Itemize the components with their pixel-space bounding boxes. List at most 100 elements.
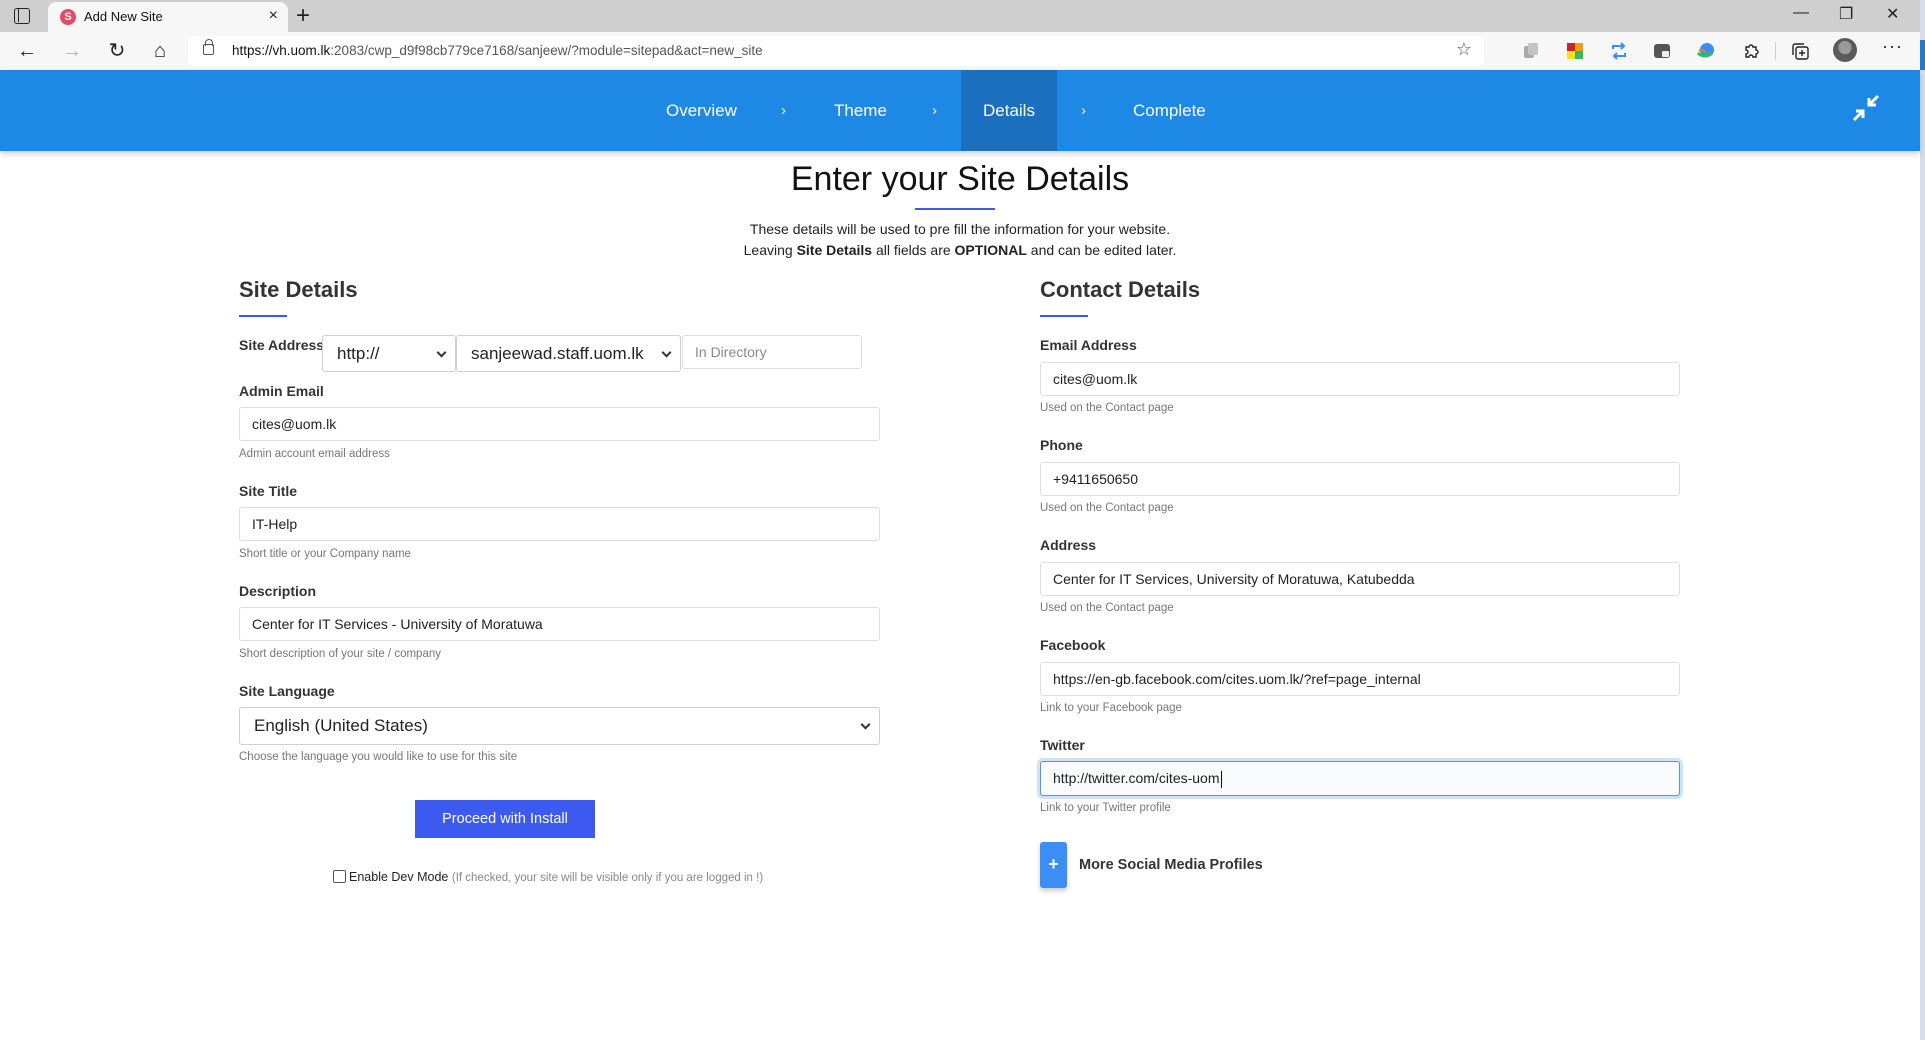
- domain-value: sanjeewad.staff.uom.lk: [471, 344, 644, 363]
- url-host: https://vh.uom.lk: [232, 43, 331, 58]
- subtitle-line-2: Leaving Site Details all fields are OPTI…: [0, 242, 1920, 258]
- step-theme[interactable]: Theme: [812, 70, 909, 151]
- toolbar-divider: [1775, 42, 1776, 60]
- browser-tab-strip: S Add New Site × + — ❐ ✕: [0, 0, 1920, 32]
- dev-mode-label[interactable]: Enable Dev Mode: [349, 870, 448, 884]
- twitter-label: Twitter: [1040, 737, 1085, 753]
- collapse-fullscreen-icon[interactable]: [1852, 94, 1880, 122]
- extension-copy-icon[interactable]: [1521, 41, 1541, 61]
- address-label: Address: [1040, 537, 1097, 553]
- add-favorite-icon[interactable]: ☆: [1456, 39, 1472, 60]
- phone-input[interactable]: +9411650650: [1040, 462, 1680, 496]
- site-details-title: Site Details: [239, 277, 358, 302]
- email-address-input[interactable]: cites@uom.lk: [1040, 362, 1680, 396]
- twitter-help: Link to your Twitter profile: [1040, 802, 1171, 814]
- subtitle-text: Leaving: [743, 242, 797, 258]
- site-address-label: Site Address: [239, 337, 325, 353]
- admin-email-input[interactable]: cites@uom.lk: [239, 407, 880, 441]
- step-separator: ›: [932, 102, 937, 119]
- admin-email-help: Admin account email address: [239, 448, 390, 460]
- add-social-profile-button[interactable]: +: [1040, 842, 1067, 888]
- collections-icon[interactable]: [1790, 41, 1810, 61]
- subtitle-bold-optional: OPTIONAL: [954, 242, 1027, 258]
- close-tab-icon[interactable]: ×: [269, 7, 278, 25]
- extension-office-icon[interactable]: [1565, 41, 1585, 61]
- phone-label: Phone: [1040, 437, 1083, 453]
- proceed-with-install-button[interactable]: Proceed with Install: [415, 800, 595, 838]
- minimize-icon[interactable]: —: [1793, 4, 1809, 22]
- admin-email-label: Admin Email: [239, 383, 324, 399]
- home-icon[interactable]: ⌂: [147, 39, 173, 63]
- protocol-value: http://: [337, 344, 380, 363]
- site-language-select[interactable]: English (United States): [239, 707, 880, 745]
- site-title-input[interactable]: IT-Help: [239, 507, 880, 541]
- section-underline: [239, 315, 287, 317]
- address-bar[interactable]: https://vh.uom.lk:2083/cwp_d9f98cb779ce7…: [188, 36, 1484, 66]
- dev-mode-checkbox[interactable]: [333, 870, 346, 883]
- profile-avatar[interactable]: [1833, 38, 1857, 62]
- text-caret: [1220, 770, 1222, 788]
- refresh-icon[interactable]: ↻: [104, 39, 130, 63]
- chevron-down-icon: [661, 347, 672, 358]
- directory-input[interactable]: In Directory: [682, 335, 862, 369]
- wizard-nav: Overview › Theme › Details › Complete: [0, 70, 1920, 151]
- email-address-help: Used on the Contact page: [1040, 402, 1174, 414]
- twitter-input[interactable]: http://twitter.com/cites-uom: [1040, 761, 1680, 796]
- close-window-icon[interactable]: ✕: [1886, 4, 1899, 24]
- page-title: Enter your Site Details: [790, 160, 1130, 198]
- email-address-label: Email Address: [1040, 337, 1137, 353]
- more-social-media-label[interactable]: More Social Media Profiles: [1079, 857, 1263, 873]
- site-favicon-icon: S: [60, 9, 76, 25]
- twitter-input-value: http://twitter.com/cites-uom: [1053, 770, 1220, 786]
- tab-title: Add New Site: [84, 9, 163, 24]
- new-tab-button[interactable]: +: [296, 2, 310, 30]
- step-separator: ›: [1081, 102, 1086, 119]
- chevron-down-icon: [436, 347, 447, 358]
- facebook-input[interactable]: https://en-gb.facebook.com/cites.uom.lk/…: [1040, 662, 1680, 696]
- extension-media-icon[interactable]: [1652, 41, 1672, 61]
- address-input[interactable]: Center for IT Services, University of Mo…: [1040, 562, 1680, 596]
- subtitle-bold-site-details: Site Details: [796, 242, 873, 258]
- dev-mode-row: Enable Dev Mode (If checked, your site w…: [333, 870, 763, 884]
- site-language-help: Choose the language you would like to us…: [239, 751, 518, 763]
- chevron-down-icon: [860, 719, 871, 730]
- step-overview[interactable]: Overview: [644, 70, 759, 151]
- site-language-label: Site Language: [239, 683, 335, 699]
- url-text: https://vh.uom.lk:2083/cwp_d9f98cb779ce7…: [232, 43, 763, 58]
- lock-icon[interactable]: [203, 39, 214, 55]
- description-label: Description: [239, 583, 317, 599]
- title-underline: [915, 208, 995, 210]
- protocol-select[interactable]: http://: [322, 335, 456, 372]
- contact-details-title: Contact Details: [1040, 277, 1201, 302]
- dev-mode-note: (If checked, your site will be visible o…: [451, 872, 764, 884]
- back-icon[interactable]: ←: [14, 39, 40, 63]
- browser-toolbar: ← → ↻ ⌂ https://vh.uom.lk:2083/cwp_d9f98…: [0, 32, 1920, 70]
- facebook-help: Link to your Facebook page: [1040, 702, 1182, 714]
- site-language-value: English (United States): [254, 716, 428, 735]
- facebook-label: Facebook: [1040, 637, 1106, 653]
- extension-download-manager-icon[interactable]: [1696, 41, 1716, 61]
- step-separator: ›: [781, 102, 786, 119]
- phone-help: Used on the Contact page: [1040, 502, 1174, 514]
- browser-tab[interactable]: S Add New Site ×: [48, 2, 288, 32]
- section-underline: [1040, 315, 1088, 317]
- url-path: :2083/cwp_d9f98cb779ce7168/sanjeew/?modu…: [330, 43, 763, 58]
- domain-select[interactable]: sanjeewad.staff.uom.lk: [456, 335, 681, 372]
- step-details[interactable]: Details: [961, 70, 1057, 151]
- subtitle-text: and can be edited later.: [1026, 242, 1177, 258]
- more-options-icon[interactable]: ···: [1882, 36, 1903, 57]
- forward-icon[interactable]: →: [59, 39, 85, 63]
- site-title-help: Short title or your Company name: [239, 548, 411, 560]
- subtitle-text: all fields are: [872, 242, 955, 258]
- site-title-label: Site Title: [239, 483, 298, 499]
- description-input[interactable]: Center for IT Services - University of M…: [239, 607, 880, 641]
- extensions-puzzle-icon[interactable]: [1741, 41, 1761, 61]
- restore-icon[interactable]: ❐: [1839, 4, 1853, 24]
- description-help: Short description of your site / company: [239, 648, 441, 660]
- adjacent-window-edge: [1920, 0, 1925, 1040]
- address-help: Used on the Contact page: [1040, 602, 1174, 614]
- step-complete[interactable]: Complete: [1111, 70, 1228, 151]
- extension-sync-icon[interactable]: [1609, 41, 1629, 61]
- subtitle-line-1: These details will be used to pre fill t…: [749, 221, 1171, 237]
- tab-actions-icon[interactable]: [14, 8, 30, 24]
